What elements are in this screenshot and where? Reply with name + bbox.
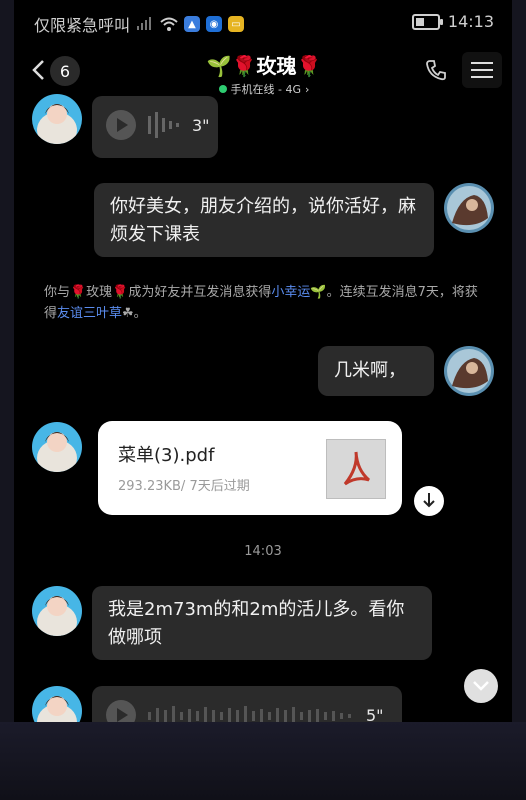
online-status: 手机在线 - 4G ›	[134, 81, 394, 97]
system-notice: 你与🌹玫瑰🌹成为好友并互发消息获得小幸运🌱。连续互发消息7天，将获得友谊三叶草☘…	[44, 282, 489, 324]
system-notice-text: ☘。	[122, 306, 147, 321]
chat-title-area[interactable]: 🌱🌹玫瑰🌹 手机在线 - 4G ›	[134, 50, 394, 97]
chevron-left-icon	[32, 60, 44, 80]
chevron-right-icon: ›	[305, 82, 310, 96]
contact-avatar[interactable]	[32, 422, 82, 472]
sent-message-bubble[interactable]: 几米啊，	[318, 346, 434, 396]
waveform-icon	[148, 706, 351, 722]
menu-button[interactable]	[462, 52, 502, 88]
wifi-icon	[160, 17, 178, 31]
contact-avatar[interactable]	[32, 94, 82, 144]
message-text: 我是2m73m的和2m的活儿多。看你做哪项	[108, 599, 405, 648]
file-name: 菜单(3).pdf	[118, 445, 215, 466]
sent-message-bubble[interactable]: 你好美女，朋友介绍的，说你活好，麻烦发下课表	[94, 183, 434, 257]
file-message-card[interactable]: 菜单(3).pdf 293.23KB/ 7天后过期	[98, 421, 402, 515]
system-notice-text: 你与🌹玫瑰🌹成为好友并互发消息获得	[44, 285, 272, 300]
voice-duration: 5"	[366, 706, 384, 722]
status-right: 14:13	[411, 12, 494, 31]
contact-avatar[interactable]	[32, 586, 82, 636]
play-icon[interactable]	[106, 700, 136, 722]
chevron-down-icon	[473, 681, 489, 691]
scroll-to-bottom-button[interactable]	[464, 669, 498, 703]
lucky-link[interactable]: 小幸运	[271, 285, 310, 300]
hamburger-icon	[471, 62, 493, 78]
chat-title: 🌱🌹玫瑰🌹	[206, 54, 322, 78]
status-bar: 仅限紧急呼叫 ▲ ◉ ▭ 14:13	[14, 0, 512, 44]
clock-text: 14:13	[447, 12, 494, 31]
carrier-text: 仅限紧急呼叫	[34, 16, 131, 35]
status-left: 仅限紧急呼叫 ▲ ◉ ▭	[34, 12, 245, 36]
signal-icon	[136, 17, 154, 31]
download-button[interactable]	[414, 486, 444, 516]
app-badge-icon: ◉	[206, 16, 223, 32]
unread-count-badge[interactable]: 6	[50, 56, 80, 86]
voice-duration: 3"	[192, 116, 210, 135]
phone-icon	[426, 60, 446, 81]
play-icon[interactable]	[106, 110, 136, 140]
time-divider: 14:03	[244, 544, 282, 559]
voice-message-bubble[interactable]: 3"	[92, 96, 218, 158]
bottom-bar	[0, 722, 526, 800]
message-text: 几米啊，	[334, 360, 406, 381]
my-avatar[interactable]	[444, 346, 494, 396]
online-status-text: 手机在线 - 4G	[230, 83, 302, 96]
file-meta: 293.23KB/ 7天后过期	[118, 479, 250, 494]
friendship-clover-link[interactable]: 友谊三叶草	[57, 306, 122, 321]
pdf-icon	[326, 439, 386, 499]
online-dot-icon	[218, 85, 227, 93]
download-icon	[423, 493, 435, 508]
app-badge-icon: ▲	[184, 16, 201, 32]
contact-avatar[interactable]	[32, 686, 82, 722]
notes-icon: ▭	[228, 16, 245, 32]
my-avatar[interactable]	[444, 183, 494, 233]
chat-header: 6 🌱🌹玫瑰🌹 手机在线 - 4G ›	[14, 44, 512, 96]
battery-icon	[411, 13, 443, 30]
received-message-bubble[interactable]: 我是2m73m的和2m的活儿多。看你做哪项	[92, 586, 432, 660]
message-text: 你好美女，朋友介绍的，说你活好，麻烦发下课表	[110, 196, 416, 245]
voice-message-bubble[interactable]: 5"	[92, 686, 402, 722]
chat-screen: 仅限紧急呼叫 ▲ ◉ ▭ 14:13 6 🌱🌹玫瑰🌹 手机在线 - 4G › 3…	[14, 0, 512, 722]
waveform-icon	[148, 112, 179, 138]
call-button[interactable]	[422, 56, 450, 84]
